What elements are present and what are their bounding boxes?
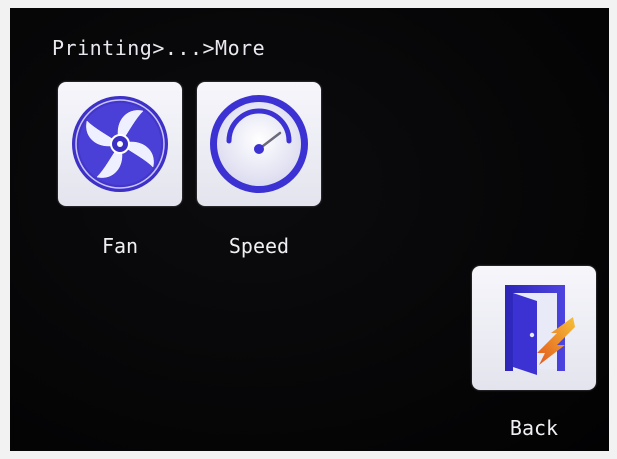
breadcrumb: Printing>...>More (52, 36, 266, 60)
speed-button[interactable]: Speed (197, 82, 321, 258)
lcd-screen: Printing>...>More Fan Speed Back (10, 8, 609, 451)
fan-icon (72, 96, 168, 192)
speedometer-icon (210, 95, 308, 193)
fan-tile-box[interactable] (58, 82, 182, 206)
back-tile-box[interactable] (472, 266, 596, 390)
back-label: Back (509, 416, 559, 440)
back-button[interactable]: Back (472, 266, 596, 440)
speed-tile-box[interactable] (197, 82, 321, 206)
exit-door-icon (505, 285, 575, 375)
speed-label: Speed (228, 234, 290, 258)
device-bezel: Printing>...>More Fan Speed Back (0, 0, 617, 459)
fan-button[interactable]: Fan (58, 82, 182, 258)
fan-label: Fan (101, 234, 139, 258)
